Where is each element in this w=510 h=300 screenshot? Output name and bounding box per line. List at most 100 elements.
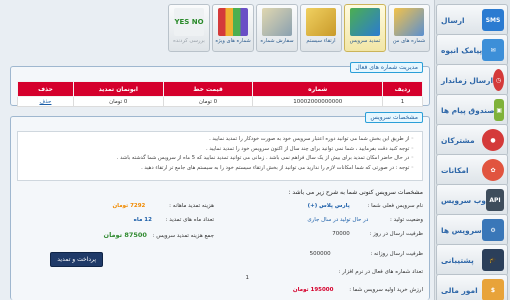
active-count-label: تعداد شماره های فعال در نرم افزار : [338,269,423,275]
plan-name-row: نام سرویس فعلی شما : پارس پلاس (+) [308,203,423,209]
sidebar-item-label: مشترکان [441,135,475,145]
capacity-value: 70000 [332,231,350,237]
col-header: شماره [252,81,384,97]
sidebar-item-features[interactable]: ✿ امکانات [436,154,508,186]
toolbar-label: بررسی کردنده [173,38,205,44]
daily-value: 500000 [309,251,331,257]
total-row: جمع هزینه تمدید سرویس : 87500 تومان [104,231,214,239]
total-value: 87500 تومان [103,231,147,239]
services-icon: ⚙ [482,219,504,241]
daily-row: ظرفیت ارسال روزانه : 500000 [310,251,423,257]
toolbar-label: سفارش شماره [260,38,294,44]
table-row: 1 10002000000000 0 تومان 0 تومان حذف [17,96,423,107]
sms-icon: SMS [482,9,504,31]
toolbar-checker[interactable]: YES NO بررسی کردنده [168,4,210,52]
sidebar-item-send[interactable]: SMS ارسال [436,4,508,36]
sidebar-item-scheduled[interactable]: ◷ ارسال زماندار [436,64,508,96]
capacity-row: ظرفیت ارسال در روز : 70000 [332,231,423,237]
sidebar-item-label: پشتیبانی [441,255,474,265]
sidebar-item-label: سرویس ها [441,225,482,235]
note-item: توجه کنید دقت بفرمایید ، شما نمی توانید … [26,145,414,155]
cost-value: 195000 تومان [292,287,334,293]
toolbar-upgrade[interactable]: ارتقاء سیستم [300,4,342,52]
sidebar-item-support[interactable]: 🎓 پشتیبانی [436,244,508,276]
col-header: ردیف [382,81,423,97]
clock-icon: ◷ [493,69,504,91]
col-header: ابونمان تمدید [72,81,164,97]
features-icon: ✿ [482,159,504,181]
numbers-table: ردیف شماره قیمت خط ابونمان تمدید حذف 1 1… [17,81,423,107]
months-row: تعداد ماه های تمدید : 12 ماه [134,217,214,223]
note-item: توجه : در صورتی که شما امکانات لازم را ن… [26,164,414,174]
total-label: جمع هزینه تمدید سرویس : [152,233,214,239]
check-icon: YES NO [174,8,204,36]
pay-and-renew-button[interactable]: پرداخت و تمدید [50,252,103,267]
inbox-icon: ▣ [494,99,504,121]
cell-number: 10002000000000 [252,96,384,107]
active-numbers-panel: مدیریت شماره های فعال ردیف شماره قیمت خط… [10,62,430,107]
toolbar-label: ارتقاء سیستم [306,38,336,44]
col-header: قیمت خط [162,81,254,97]
delete-link[interactable]: حذف [39,99,51,105]
sidebar-item-webservice[interactable]: API وب سرویس [436,184,508,216]
cell-index: 1 [382,96,423,107]
finance-icon: $ [482,279,504,300]
cell-delete: حذف [17,96,74,107]
months-label: تعداد ماه های تمدید : [165,217,214,223]
monthly-fee-label: هزینه تمدید ماهانه : [169,203,214,209]
renew-service-icon [350,8,380,36]
sidebar-item-inbox[interactable]: ▣ صندوق پیام ها [436,94,508,126]
api-icon: API [485,189,504,211]
toolbar-renew-service[interactable]: تمدید سرویس [344,4,386,52]
status-value: در حال تولید در سال جاری [307,217,369,223]
col-header: حذف [17,81,74,97]
active-count-row: تعداد شماره های فعال در نرم افزار : [339,269,423,275]
bulk-sms-icon: ✉ [482,39,504,61]
sidebar-item-label: صندوق پیام ها [441,105,495,115]
cell-renewal: 0 تومان [72,96,164,107]
sidebar-item-services[interactable]: ⚙ سرویس ها [436,214,508,246]
toolbar-label: شماره های ویژه [215,38,251,44]
top-toolbar: شماره های من تمدید سرویس ارتقاء سیستم سف… [84,4,430,54]
order-number-icon [262,8,292,36]
support-icon: 🎓 [482,249,504,271]
note-item: از طریق این بخش شما می توانید دوره اعتبا… [26,135,414,145]
info-title: مشخصات سرویس کنونی شما به شرح زیر می باش… [288,189,424,196]
cost-label: ارزش خرید اولیه سرویس شما : [349,287,423,293]
sidebar-item-contacts[interactable]: ● مشترکان [436,124,508,156]
daily-label: ظرفیت ارسال روزانه : [370,251,423,257]
capacity-label: ظرفیت ارسال در روز : [369,231,424,237]
plan-name-value: پارس پلاس (+) [307,203,350,209]
panel-title: مدیریت شماره های فعال [350,62,423,73]
service-specs-panel: مشخصات سرویس از طریق این بخش شما می توان… [10,112,430,300]
special-numbers-icon [218,8,248,36]
sidebar-item-bulk-sms[interactable]: ✉ پیامک انبوه [436,34,508,66]
monthly-fee-value: 7292 تومان [112,203,146,209]
plan-name-label: نام سرویس فعلی شما : [367,203,423,209]
toolbar-special-numbers[interactable]: شماره های ویژه [212,4,254,52]
notes-box: از طریق این بخش شما می توانید دوره اعتبا… [17,131,423,181]
sidebar-item-label: وب سرویس [441,195,486,205]
cost-row: ارزش خرید اولیه سرویس شما : 195000 تومان [293,287,423,293]
sidebar-item-label: امور مالی [441,285,478,295]
toolbar-label: شماره های من [392,38,426,44]
my-numbers-icon [394,8,424,36]
cell-line-price: 0 تومان [162,96,254,107]
status-row: وضعیت تولید : در حال تولید در سال جاری [307,217,423,223]
sidebar-item-label: ارسال زماندار [441,75,494,85]
toolbar-label: تمدید سرویس [349,38,381,44]
sidebar-item-finance[interactable]: $ امور مالی [436,274,508,300]
toolbar-my-numbers[interactable]: شماره های من [388,4,430,52]
toolbar-order-number[interactable]: سفارش شماره [256,4,298,52]
sidebar-item-label: پیامک انبوه [441,45,483,55]
status-label: وضعیت تولید : [390,217,423,223]
panel-title: مشخصات سرویس [365,112,423,123]
sidebar: SMS ارسال ✉ پیامک انبوه ◷ ارسال زماندار … [434,0,510,300]
months-value: 12 ماه [133,217,152,223]
contacts-icon: ● [482,129,504,151]
sidebar-item-label: ارسال [441,15,465,25]
monthly-fee-row: هزینه تمدید ماهانه : 7292 تومان [112,203,214,209]
sidebar-item-label: امکانات [441,165,469,175]
upgrade-icon [306,8,336,36]
active-count-value: 1 [245,275,250,281]
